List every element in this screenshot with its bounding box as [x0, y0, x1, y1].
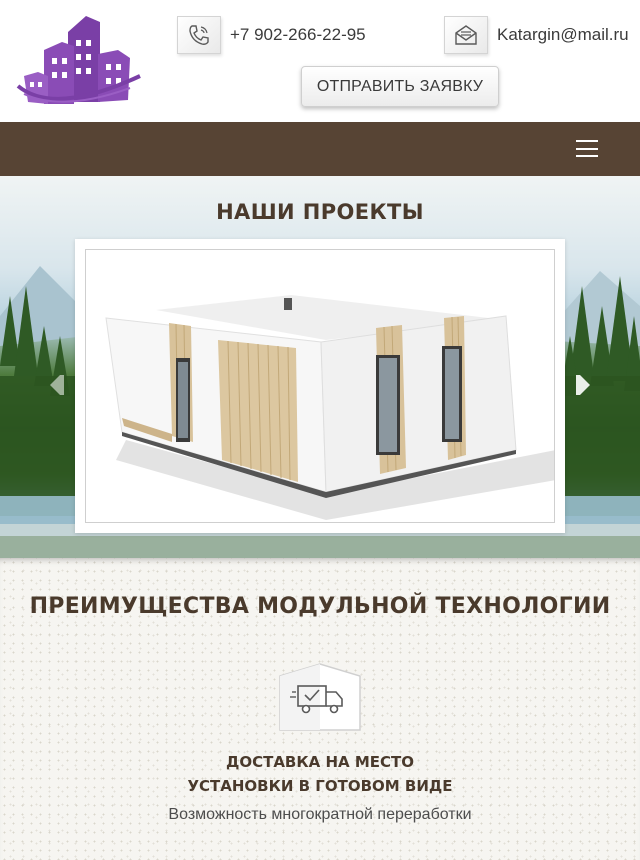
- arrow-left-icon[interactable]: [46, 373, 66, 397]
- project-slide[interactable]: [75, 239, 565, 533]
- arrow-right-icon[interactable]: [574, 373, 594, 397]
- advantage-heading-line1: ДОСТАВКА НА МЕСТО: [225, 753, 415, 771]
- advantage-heading-line2: УСТАНОВКИ В ГОТОВОМ ВИДЕ: [187, 777, 453, 795]
- building-logo-icon[interactable]: [14, 14, 146, 110]
- projects-title: НАШИ ПРОЕКТЫ: [216, 200, 424, 224]
- modular-house-image: [105, 295, 554, 520]
- site-header: +7 902-266-22-95 Katargin@mail.ru ОТПРАВ…: [0, 0, 640, 122]
- phone-icon[interactable]: [177, 16, 221, 54]
- project-image-frame: [85, 249, 555, 523]
- send-request-button[interactable]: ОТПРАВИТЬ ЗАЯВКУ: [301, 66, 499, 107]
- advantage-description: Возможность многократной переработки: [168, 806, 472, 823]
- projects-section: НАШИ ПРОЕКТЫ: [0, 176, 640, 558]
- hamburger-menu-icon[interactable]: [576, 140, 598, 157]
- advantages-title: ПРЕИМУЩЕСТВА МОДУЛЬНОЙ ТЕХНОЛОГИИ: [29, 594, 611, 619]
- email-address[interactable]: Katargin@mail.ru: [497, 25, 629, 45]
- delivery-truck-icon: [279, 663, 361, 731]
- envelope-icon[interactable]: [444, 16, 488, 54]
- phone-number[interactable]: +7 902-266-22-95: [230, 25, 366, 45]
- advantages-section: ПРЕИМУЩЕСТВА МОДУЛЬНОЙ ТЕХНОЛОГИИ ДОСТАВ…: [0, 558, 640, 860]
- navigation-bar: [0, 122, 640, 176]
